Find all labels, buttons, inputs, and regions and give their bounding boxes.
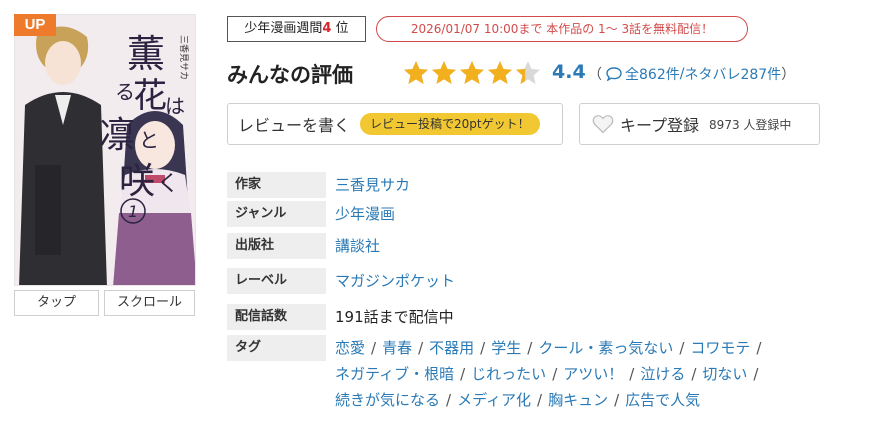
tag-separator: / bbox=[527, 339, 533, 357]
review-heading: みんなの評価 bbox=[227, 63, 353, 87]
tag-link[interactable]: 青春 bbox=[382, 339, 412, 357]
cover-title-char: く bbox=[157, 172, 179, 197]
spoiler-reviews-link[interactable]: ネタバレ287件 bbox=[684, 64, 781, 84]
rating-stars bbox=[402, 59, 542, 87]
tag-line: 恋愛 / 青春 / 不器用 / 学生 / クール・素っ気ない / コワモテ / bbox=[335, 335, 855, 361]
tag-link[interactable]: クール・素っ気ない bbox=[538, 339, 673, 357]
tag-separator: / bbox=[371, 339, 377, 357]
genre-label: ジャンル bbox=[227, 201, 326, 227]
tag-separator: / bbox=[552, 365, 558, 383]
ranking-badge[interactable]: 少年漫画週間4 位 bbox=[227, 16, 366, 42]
tag-link[interactable]: 学生 bbox=[491, 339, 521, 357]
author-link[interactable]: 三香見サカ bbox=[335, 172, 410, 198]
cover-title-char: 薫 bbox=[127, 32, 165, 76]
write-review-button[interactable]: レビューを書く レビュー投稿で20ptゲット！ bbox=[227, 103, 563, 145]
tag-separator: / bbox=[629, 365, 635, 383]
cover-title-char: は bbox=[165, 94, 185, 118]
close-paren: ） bbox=[781, 67, 796, 83]
all-reviews-link[interactable]: 全862件 bbox=[625, 64, 680, 84]
tag-link[interactable]: コワモテ bbox=[690, 339, 750, 357]
heart-icon bbox=[592, 115, 614, 134]
tag-separator: / bbox=[446, 391, 452, 409]
tag-link[interactable]: 続きが気になる bbox=[335, 391, 440, 409]
publisher-label: 出版社 bbox=[227, 233, 326, 259]
star-icon bbox=[404, 61, 428, 84]
tag-link[interactable]: 胸キュン bbox=[548, 391, 608, 409]
tag-link[interactable]: アツい！ bbox=[563, 365, 623, 383]
publisher-label-link[interactable]: マガジンポケット bbox=[335, 268, 455, 294]
ranking-suffix: 位 bbox=[331, 21, 349, 36]
tag-separator: / bbox=[460, 365, 466, 383]
scroll-view-button[interactable]: スクロール bbox=[104, 290, 195, 316]
keep-button[interactable]: キープ登録 8973 人登録中 bbox=[579, 103, 820, 145]
tag-line: 続きが気になる / メディア化 / 胸キュン / 広告で人気 bbox=[335, 387, 855, 413]
tag-line: ネガティブ・根暗 / じれったい / アツい！ / 泣ける / 切ない / bbox=[335, 361, 855, 387]
episodes-value: 191話まで配信中 bbox=[335, 308, 454, 326]
speech-bubble-icon bbox=[606, 67, 622, 81]
cover-volume: 1 bbox=[128, 202, 138, 221]
tag-link[interactable]: 広告で人気 bbox=[625, 391, 700, 409]
tag-separator: / bbox=[753, 365, 759, 383]
keep-count: 8973 人登録中 bbox=[709, 117, 792, 132]
open-paren: （ bbox=[588, 67, 602, 83]
tag-link[interactable]: 不器用 bbox=[429, 339, 474, 357]
tag-link[interactable]: ネガティブ・根暗 bbox=[335, 365, 454, 383]
tag-list: 恋愛 / 青春 / 不器用 / 学生 / クール・素っ気ない / コワモテ / ネガティブ・根暗 / じれ… bbox=[335, 335, 855, 413]
tag-separator: / bbox=[679, 339, 685, 357]
tag-separator: / bbox=[756, 339, 762, 357]
cover-title-char: 咲 bbox=[119, 161, 155, 202]
author-label: 作家 bbox=[227, 172, 326, 198]
publisher-label-label: レーベル bbox=[227, 268, 326, 294]
tag-separator: / bbox=[480, 339, 486, 357]
star-icon bbox=[460, 61, 484, 84]
rating-value: 4.4 bbox=[552, 61, 586, 83]
tags-label: タグ bbox=[227, 335, 326, 361]
tag-separator: / bbox=[614, 391, 620, 409]
tag-separator: / bbox=[537, 391, 543, 409]
cover-title-char: 凛 bbox=[99, 115, 135, 156]
points-badge: レビュー投稿で20ptゲット！ bbox=[360, 113, 540, 135]
episodes-label: 配信話数 bbox=[227, 304, 326, 330]
tag-link[interactable]: 切ない bbox=[702, 365, 747, 383]
tag-link[interactable]: 泣ける bbox=[640, 365, 685, 383]
star-icon bbox=[516, 61, 540, 84]
tag-separator: / bbox=[691, 365, 697, 383]
tag-link[interactable]: メディア化 bbox=[457, 391, 531, 409]
cover-title-char: る bbox=[115, 80, 135, 104]
tap-view-button[interactable]: タップ bbox=[14, 290, 99, 316]
tag-separator: / bbox=[418, 339, 424, 357]
star-icon bbox=[488, 61, 512, 84]
free-episodes-notice: 2026/01/07 10:00まで 本作品の 1～ 3話を無料配信！ bbox=[376, 16, 748, 42]
cover-author: 三香見サカ bbox=[178, 35, 189, 80]
cover-illustration: 薫 る 花 は 凛 と 咲 く 三香見サカ 1 bbox=[15, 15, 195, 285]
write-review-label: レビューを書く bbox=[238, 116, 351, 135]
review-counts: （ 全862件 / ネタバレ287件 ） bbox=[588, 64, 795, 84]
star-icon bbox=[432, 61, 456, 84]
cover-title-char: と bbox=[139, 128, 159, 152]
tag-link[interactable]: 恋愛 bbox=[335, 339, 365, 357]
publisher-link[interactable]: 講談社 bbox=[335, 233, 380, 259]
book-cover[interactable]: 薫 る 花 は 凛 と 咲 く 三香見サカ 1 bbox=[14, 14, 196, 286]
cover-title-char: 花 bbox=[133, 76, 167, 116]
genre-link[interactable]: 少年漫画 bbox=[335, 201, 395, 227]
keep-label: キープ登録 bbox=[620, 116, 700, 135]
ranking-label: 少年漫画週間 bbox=[244, 21, 323, 36]
up-badge: UP bbox=[14, 14, 56, 36]
tag-link[interactable]: じれったい bbox=[471, 365, 546, 383]
